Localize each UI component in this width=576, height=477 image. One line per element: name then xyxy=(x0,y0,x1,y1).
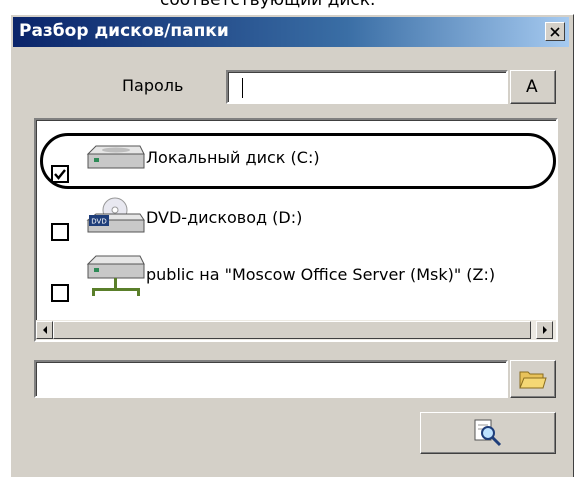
search-button[interactable] xyxy=(420,412,556,454)
arrow-right-icon xyxy=(542,326,547,334)
svg-text:DVD: DVD xyxy=(91,218,106,226)
drive-d-checkbox[interactable] xyxy=(51,223,69,241)
drive-z-label: public на "Moscow Office Server (Msk)" (… xyxy=(146,265,496,284)
path-field[interactable] xyxy=(34,360,508,398)
arrow-left-icon xyxy=(42,326,47,334)
password-toggle-button[interactable]: A xyxy=(510,70,556,104)
close-icon xyxy=(550,26,560,37)
password-field[interactable] xyxy=(226,70,508,104)
password-toggle-label: A xyxy=(526,77,538,97)
title-bar[interactable]: Разбор дисков/папки xyxy=(13,17,569,47)
annotation-highlight-oval xyxy=(40,133,556,189)
network-drive-icon xyxy=(86,255,145,296)
password-label: Пароль xyxy=(122,76,184,95)
list-item[interactable]: DVD DVD-дисковод (D:) xyxy=(36,197,556,246)
folder-icon xyxy=(519,371,547,389)
close-button[interactable] xyxy=(545,22,565,41)
list-item[interactable]: public на "Moscow Office Server (Msk)" (… xyxy=(36,254,556,302)
drive-d-label: DVD-дисковод (D:) xyxy=(146,208,303,227)
magnifier-icon xyxy=(474,419,502,447)
window-title: Разбор дисков/папки xyxy=(19,21,229,41)
drive-z-checkbox[interactable] xyxy=(51,284,69,302)
dvd-drive-icon: DVD xyxy=(86,197,145,233)
horizontal-scrollbar[interactable] xyxy=(36,320,556,340)
scroll-right-button[interactable] xyxy=(536,321,553,339)
partial-page-text: соответствующий диск. xyxy=(160,0,376,10)
scroll-thumb[interactable] xyxy=(53,321,531,339)
scroll-left-button[interactable] xyxy=(36,321,53,339)
browse-folder-button[interactable] xyxy=(510,360,556,398)
text-cursor xyxy=(242,78,243,98)
